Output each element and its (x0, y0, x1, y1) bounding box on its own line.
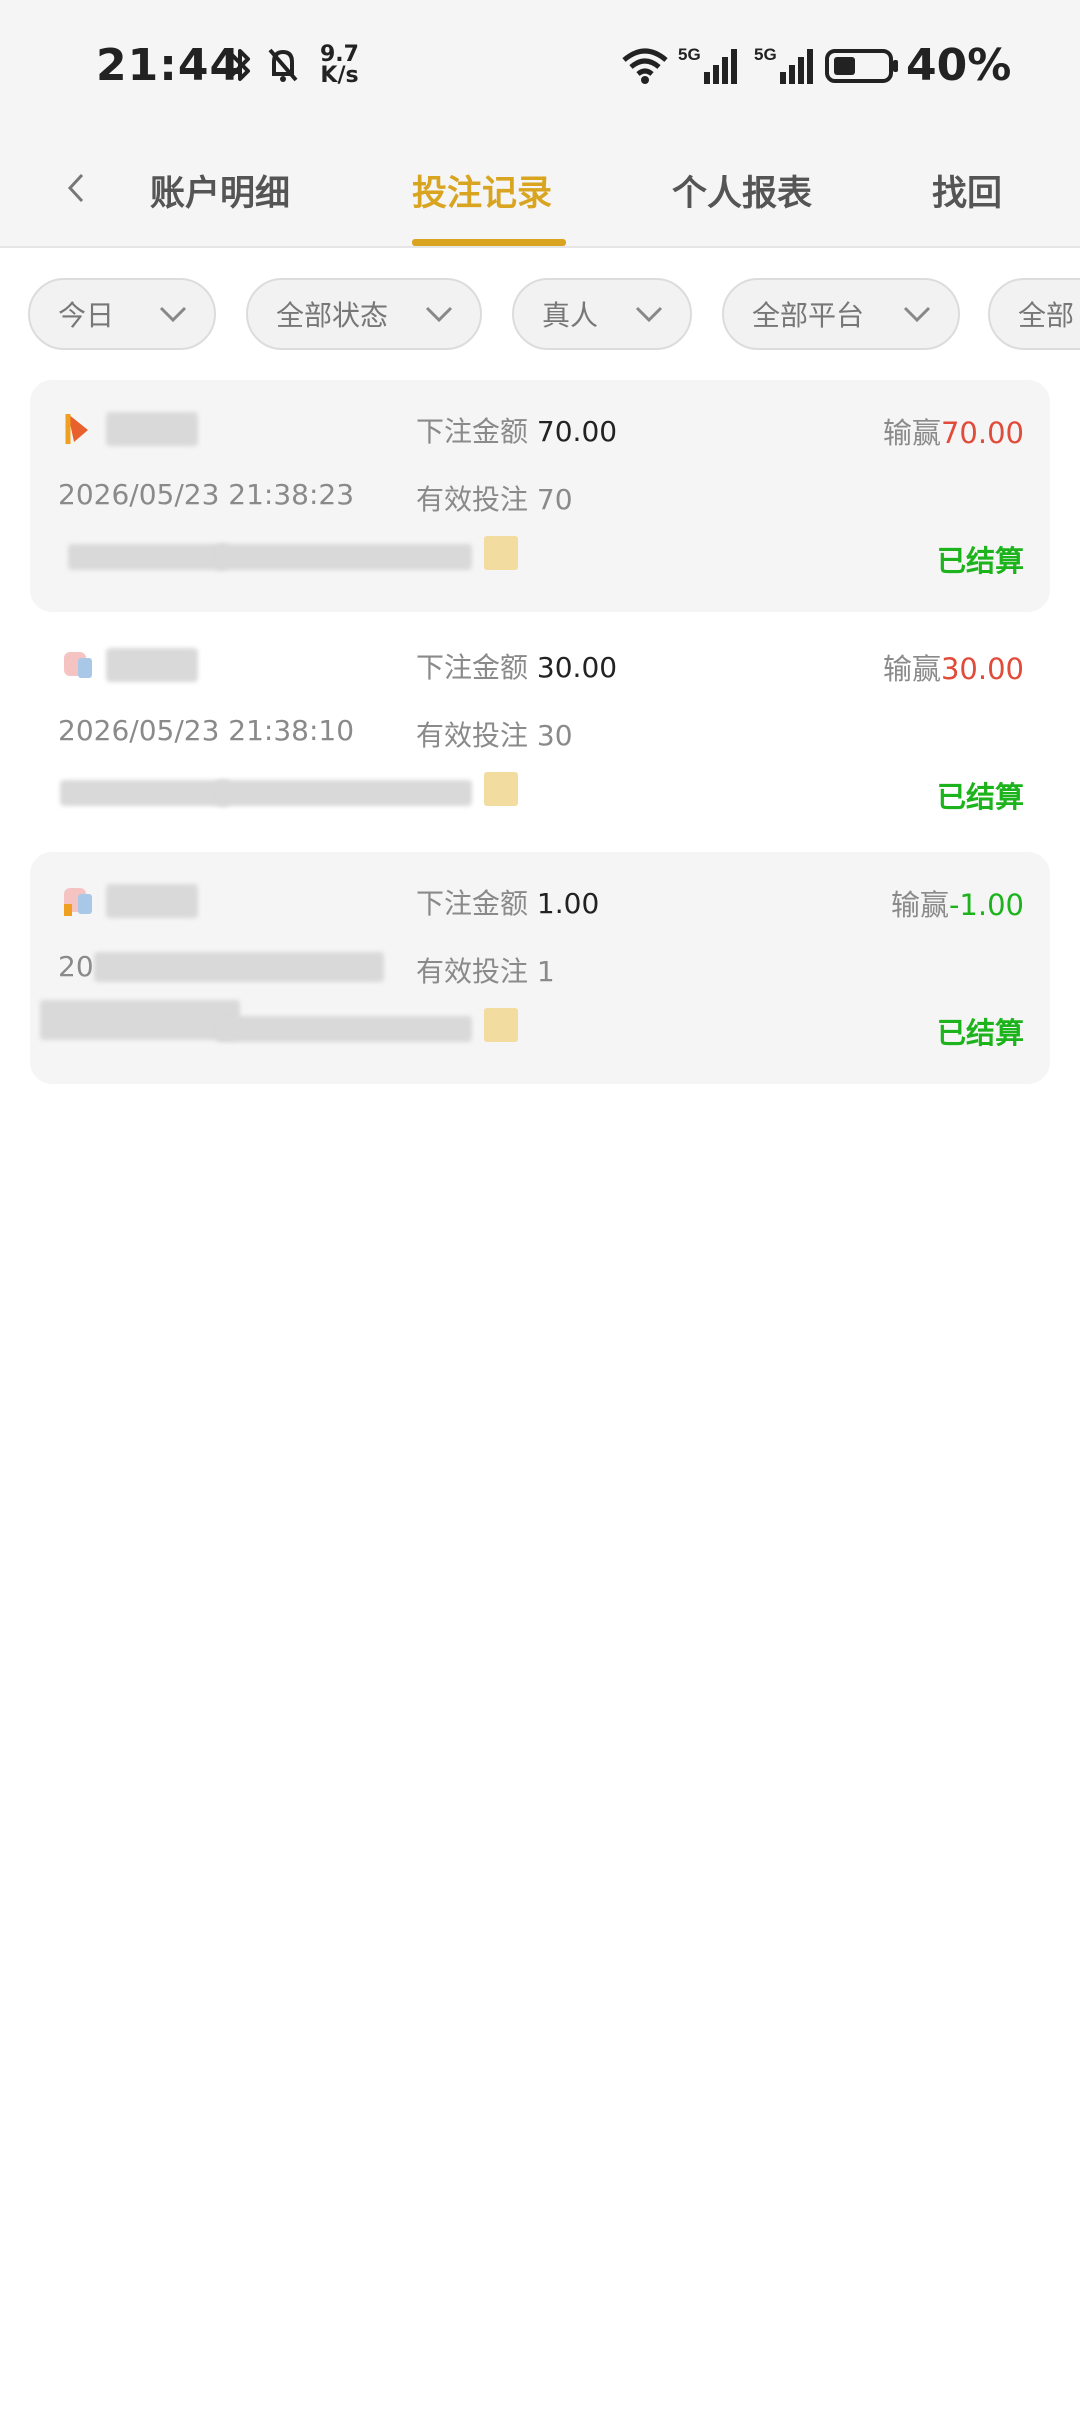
tab-bet-records[interactable]: 投注记录 (412, 165, 552, 216)
filter-row: 今日 全部状态 真人 全部平台 全部 (0, 248, 1080, 358)
game-logo-icon (65, 414, 88, 444)
game-logo-icon (64, 888, 92, 916)
blurred-order-number (216, 780, 472, 806)
win-loss: 输赢-1.00 (890, 888, 1024, 922)
valid-bet: 有效投注 70 (416, 483, 573, 516)
bet-time: 2026/05/23 21:38:23 (58, 478, 355, 511)
blurred-order-label (68, 544, 228, 570)
blurred-order-label (60, 780, 230, 806)
status-time: 21:44 (96, 40, 242, 91)
tab-retrieve[interactable]: 找回 (932, 165, 1002, 216)
copy-icon[interactable] (484, 536, 518, 570)
5g-signal-icon: 5G (678, 45, 737, 84)
chevron-down-icon (903, 306, 931, 323)
valid-bet: 有效投注 1 (416, 955, 555, 988)
filter-game-type[interactable]: 真人 (512, 278, 692, 350)
bet-time: 2026/05/23 21:38:10 (58, 714, 355, 747)
active-tab-indicator (412, 239, 566, 246)
wifi-icon (622, 48, 668, 84)
game-logo-icon (64, 652, 92, 678)
bet-amount: 下注金额 1.00 (416, 887, 600, 920)
chevron-down-icon (635, 306, 663, 323)
battery-percent: 40% (906, 40, 1012, 91)
win-loss: 输赢70.00 (882, 416, 1024, 450)
blurred-order-number (216, 1016, 472, 1042)
tab-account-details[interactable]: 账户明细 (150, 165, 290, 216)
svg-text:5G: 5G (754, 45, 777, 64)
bet-time: 20 (58, 950, 94, 983)
blurred-order-label (40, 1000, 240, 1040)
bet-card[interactable]: 下注金额 1.00 输赢-1.00 20 有效投注 1 已结算 (30, 852, 1050, 1084)
bet-amount: 下注金额 30.00 (416, 651, 618, 684)
bet-amount: 下注金额 70.00 (416, 415, 618, 448)
blurred-bet-time (94, 952, 384, 982)
tab-header: 账户明细 投注记录 个人报表 找回 (0, 135, 1080, 248)
bet-card[interactable]: 下注金额 70.00 输赢70.00 2026/05/23 21:38:23 有… (30, 380, 1050, 612)
mute-icon (268, 48, 298, 82)
bluetooth-icon (230, 49, 250, 81)
valid-bet: 有效投注 30 (416, 719, 573, 752)
bet-card[interactable]: 下注金额 30.00 输赢30.00 2026/05/23 21:38:10 有… (30, 616, 1050, 848)
blurred-game-name (106, 412, 198, 446)
copy-icon[interactable] (484, 1008, 518, 1042)
svg-text:5G: 5G (678, 45, 701, 64)
blurred-game-name (106, 648, 198, 682)
net-speed: 9.7 K/s (320, 42, 359, 88)
chevron-down-icon (425, 306, 453, 323)
status-badge: 已结算 (936, 780, 1024, 814)
battery-icon (825, 49, 898, 83)
filter-platform[interactable]: 全部平台 (722, 278, 960, 350)
status-bar: 21:44 9.7 K/s 5G 5G 40% (0, 0, 1080, 135)
5g-signal-icon: 5G (754, 45, 813, 84)
back-arrow-icon[interactable] (52, 163, 102, 213)
blurred-game-name (106, 884, 198, 918)
blurred-order-number (216, 544, 472, 570)
tab-personal-report[interactable]: 个人报表 (672, 165, 812, 216)
filter-more[interactable]: 全部 (988, 278, 1080, 350)
filter-date[interactable]: 今日 (28, 278, 216, 350)
copy-icon[interactable] (484, 772, 518, 806)
win-loss: 输赢30.00 (882, 652, 1024, 686)
filter-status[interactable]: 全部状态 (246, 278, 482, 350)
status-badge: 已结算 (936, 1016, 1024, 1050)
chevron-down-icon (159, 306, 187, 323)
status-badge: 已结算 (936, 544, 1024, 578)
